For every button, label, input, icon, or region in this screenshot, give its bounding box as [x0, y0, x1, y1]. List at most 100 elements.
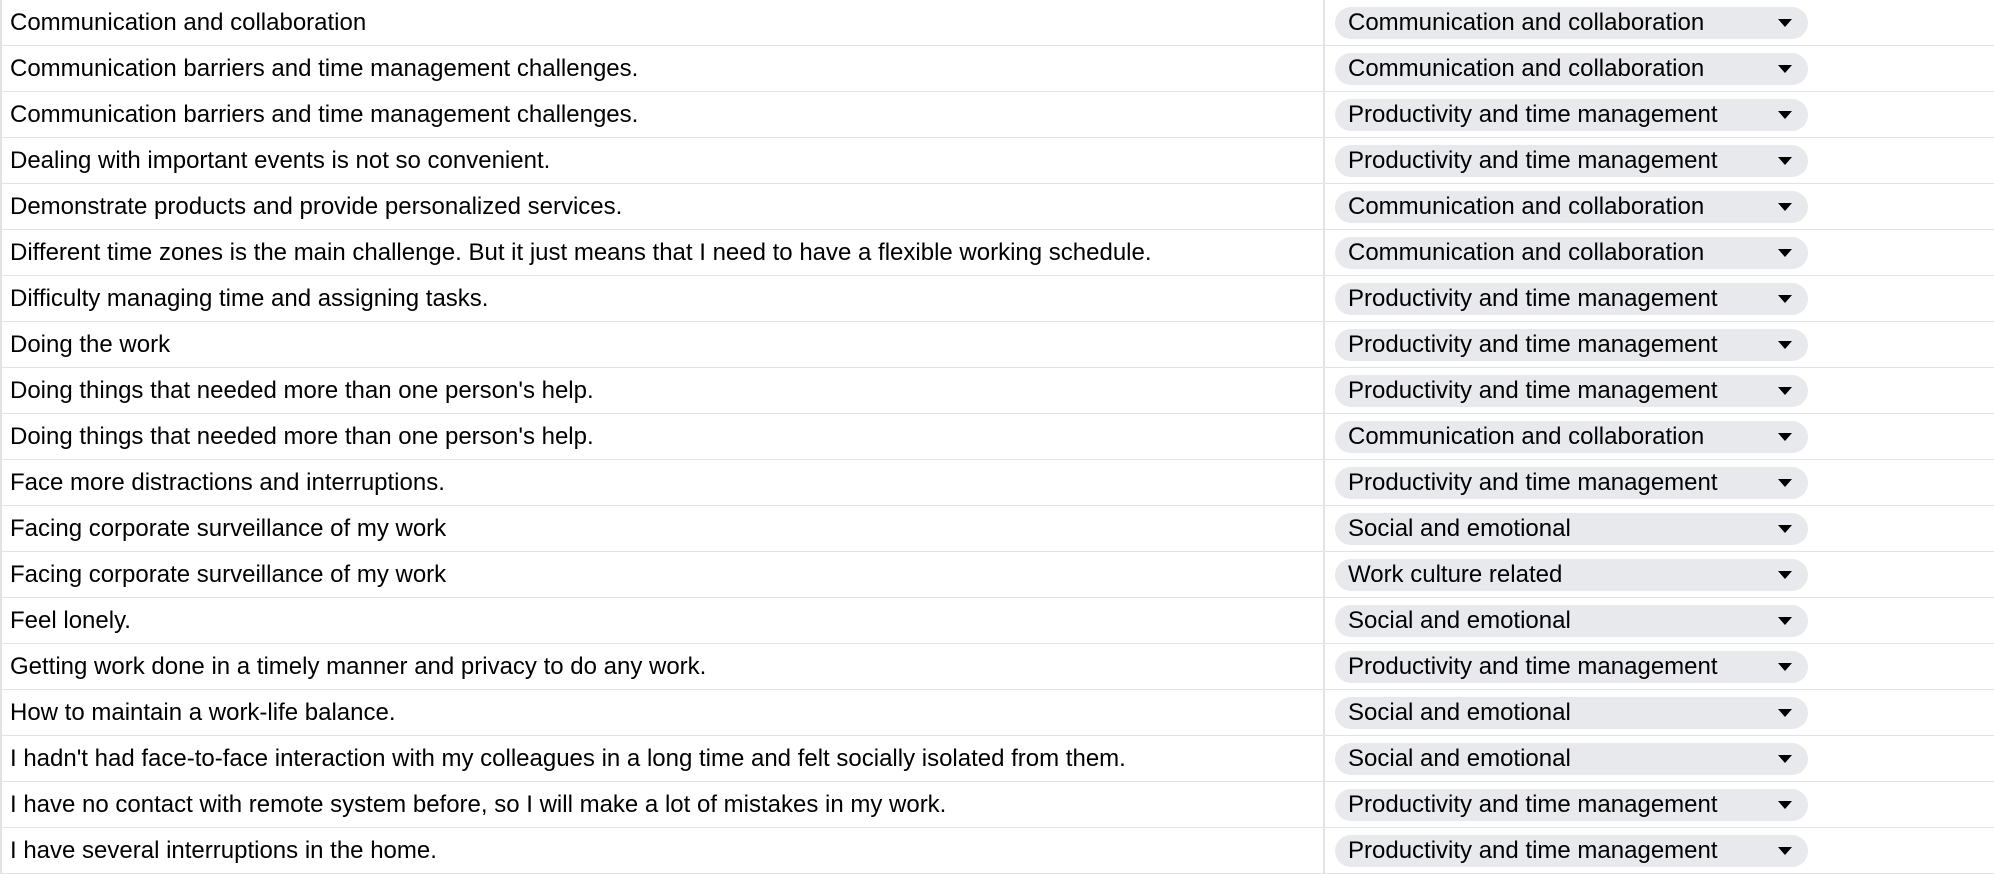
table-row: Feel lonely. Social and emotional	[0, 598, 1994, 644]
category-cell: Communication and collaboration	[1325, 230, 1994, 275]
caret-down-icon[interactable]	[1778, 248, 1792, 257]
category-value: Social and emotional	[1348, 698, 1571, 726]
category-cell: Productivity and time management	[1325, 644, 1994, 689]
response-cell[interactable]: Getting work done in a timely manner and…	[0, 644, 1325, 689]
table-row: Communication barriers and time manageme…	[0, 92, 1994, 138]
spreadsheet-grid: Communication and collaboration Communic…	[0, 0, 1994, 874]
category-value: Communication and collaboration	[1348, 54, 1705, 82]
response-cell[interactable]: Face more distractions and interruptions…	[0, 460, 1325, 505]
caret-down-icon[interactable]	[1778, 616, 1792, 625]
category-cell: Social and emotional	[1325, 506, 1994, 551]
response-cell[interactable]: I have no contact with remote system bef…	[0, 782, 1325, 827]
table-row: Different time zones is the main challen…	[0, 230, 1994, 276]
caret-down-icon[interactable]	[1778, 432, 1792, 441]
caret-down-icon[interactable]	[1778, 18, 1792, 27]
category-dropdown[interactable]: Productivity and time management	[1335, 98, 1808, 131]
category-value: Communication and collaboration	[1348, 8, 1705, 36]
table-row: Getting work done in a timely manner and…	[0, 644, 1994, 690]
category-cell: Communication and collaboration	[1325, 414, 1994, 459]
table-row: I have several interruptions in the home…	[0, 828, 1994, 874]
response-cell[interactable]: Communication barriers and time manageme…	[0, 92, 1325, 137]
caret-down-icon[interactable]	[1778, 754, 1792, 763]
response-cell[interactable]: Doing things that needed more than one p…	[0, 368, 1325, 413]
category-dropdown[interactable]: Productivity and time management	[1335, 650, 1808, 683]
category-dropdown[interactable]: Productivity and time management	[1335, 834, 1808, 867]
category-cell: Productivity and time management	[1325, 782, 1994, 827]
category-value: Social and emotional	[1348, 514, 1571, 542]
category-value: Productivity and time management	[1348, 146, 1718, 174]
category-cell: Social and emotional	[1325, 690, 1994, 735]
category-dropdown[interactable]: Social and emotional	[1335, 604, 1808, 637]
response-cell[interactable]: Demonstrate products and provide persona…	[0, 184, 1325, 229]
caret-down-icon[interactable]	[1778, 524, 1792, 533]
category-value: Communication and collaboration	[1348, 422, 1705, 450]
caret-down-icon[interactable]	[1778, 110, 1792, 119]
category-dropdown[interactable]: Productivity and time management	[1335, 282, 1808, 315]
category-dropdown[interactable]: Communication and collaboration	[1335, 52, 1808, 85]
category-dropdown[interactable]: Productivity and time management	[1335, 788, 1808, 821]
caret-down-icon[interactable]	[1778, 662, 1792, 671]
category-dropdown[interactable]: Communication and collaboration	[1335, 236, 1808, 269]
category-cell: Social and emotional	[1325, 598, 1994, 643]
category-value: Productivity and time management	[1348, 468, 1718, 496]
category-dropdown[interactable]: Communication and collaboration	[1335, 190, 1808, 223]
caret-down-icon[interactable]	[1778, 156, 1792, 165]
category-value: Work culture related	[1348, 560, 1563, 588]
caret-down-icon[interactable]	[1778, 64, 1792, 73]
caret-down-icon[interactable]	[1778, 340, 1792, 349]
table-row: How to maintain a work-life balance. Soc…	[0, 690, 1994, 736]
table-row: Doing the work Productivity and time man…	[0, 322, 1994, 368]
category-value: Productivity and time management	[1348, 790, 1718, 818]
response-cell[interactable]: I have several interruptions in the home…	[0, 828, 1325, 873]
category-dropdown[interactable]: Social and emotional	[1335, 512, 1808, 545]
category-cell: Social and emotional	[1325, 736, 1994, 781]
caret-down-icon[interactable]	[1778, 386, 1792, 395]
category-dropdown[interactable]: Productivity and time management	[1335, 328, 1808, 361]
response-cell[interactable]: Dealing with important events is not so …	[0, 138, 1325, 183]
caret-down-icon[interactable]	[1778, 294, 1792, 303]
category-cell: Productivity and time management	[1325, 828, 1994, 873]
response-cell[interactable]: I hadn't had face-to-face interaction wi…	[0, 736, 1325, 781]
category-value: Social and emotional	[1348, 744, 1571, 772]
category-dropdown[interactable]: Communication and collaboration	[1335, 6, 1808, 39]
category-value: Productivity and time management	[1348, 330, 1718, 358]
caret-down-icon[interactable]	[1778, 478, 1792, 487]
table-row: Facing corporate surveillance of my work…	[0, 506, 1994, 552]
response-cell[interactable]: Communication and collaboration	[0, 0, 1325, 45]
response-cell[interactable]: Facing corporate surveillance of my work	[0, 506, 1325, 551]
table-row: Doing things that needed more than one p…	[0, 368, 1994, 414]
table-row: Communication barriers and time manageme…	[0, 46, 1994, 92]
category-value: Productivity and time management	[1348, 100, 1718, 128]
category-value: Productivity and time management	[1348, 284, 1718, 312]
table-row: I hadn't had face-to-face interaction wi…	[0, 736, 1994, 782]
caret-down-icon[interactable]	[1778, 708, 1792, 717]
category-dropdown[interactable]: Productivity and time management	[1335, 374, 1808, 407]
category-dropdown[interactable]: Productivity and time management	[1335, 144, 1808, 177]
category-dropdown[interactable]: Social and emotional	[1335, 696, 1808, 729]
category-value: Communication and collaboration	[1348, 238, 1705, 266]
category-value: Communication and collaboration	[1348, 192, 1705, 220]
category-dropdown[interactable]: Communication and collaboration	[1335, 420, 1808, 453]
caret-down-icon[interactable]	[1778, 202, 1792, 211]
table-row: Facing corporate surveillance of my work…	[0, 552, 1994, 598]
response-cell[interactable]: How to maintain a work-life balance.	[0, 690, 1325, 735]
category-dropdown[interactable]: Productivity and time management	[1335, 466, 1808, 499]
caret-down-icon[interactable]	[1778, 800, 1792, 809]
caret-down-icon[interactable]	[1778, 570, 1792, 579]
table-row: I have no contact with remote system bef…	[0, 782, 1994, 828]
response-cell[interactable]: Communication barriers and time manageme…	[0, 46, 1325, 91]
category-value: Productivity and time management	[1348, 376, 1718, 404]
category-cell: Productivity and time management	[1325, 322, 1994, 367]
response-cell[interactable]: Difficulty managing time and assigning t…	[0, 276, 1325, 321]
response-cell[interactable]: Doing the work	[0, 322, 1325, 367]
response-cell[interactable]: Different time zones is the main challen…	[0, 230, 1325, 275]
category-cell: Communication and collaboration	[1325, 184, 1994, 229]
caret-down-icon[interactable]	[1778, 846, 1792, 855]
category-cell: Work culture related	[1325, 552, 1994, 597]
response-cell[interactable]: Doing things that needed more than one p…	[0, 414, 1325, 459]
category-dropdown[interactable]: Work culture related	[1335, 558, 1808, 591]
category-cell: Productivity and time management	[1325, 460, 1994, 505]
category-dropdown[interactable]: Social and emotional	[1335, 742, 1808, 775]
response-cell[interactable]: Feel lonely.	[0, 598, 1325, 643]
response-cell[interactable]: Facing corporate surveillance of my work	[0, 552, 1325, 597]
